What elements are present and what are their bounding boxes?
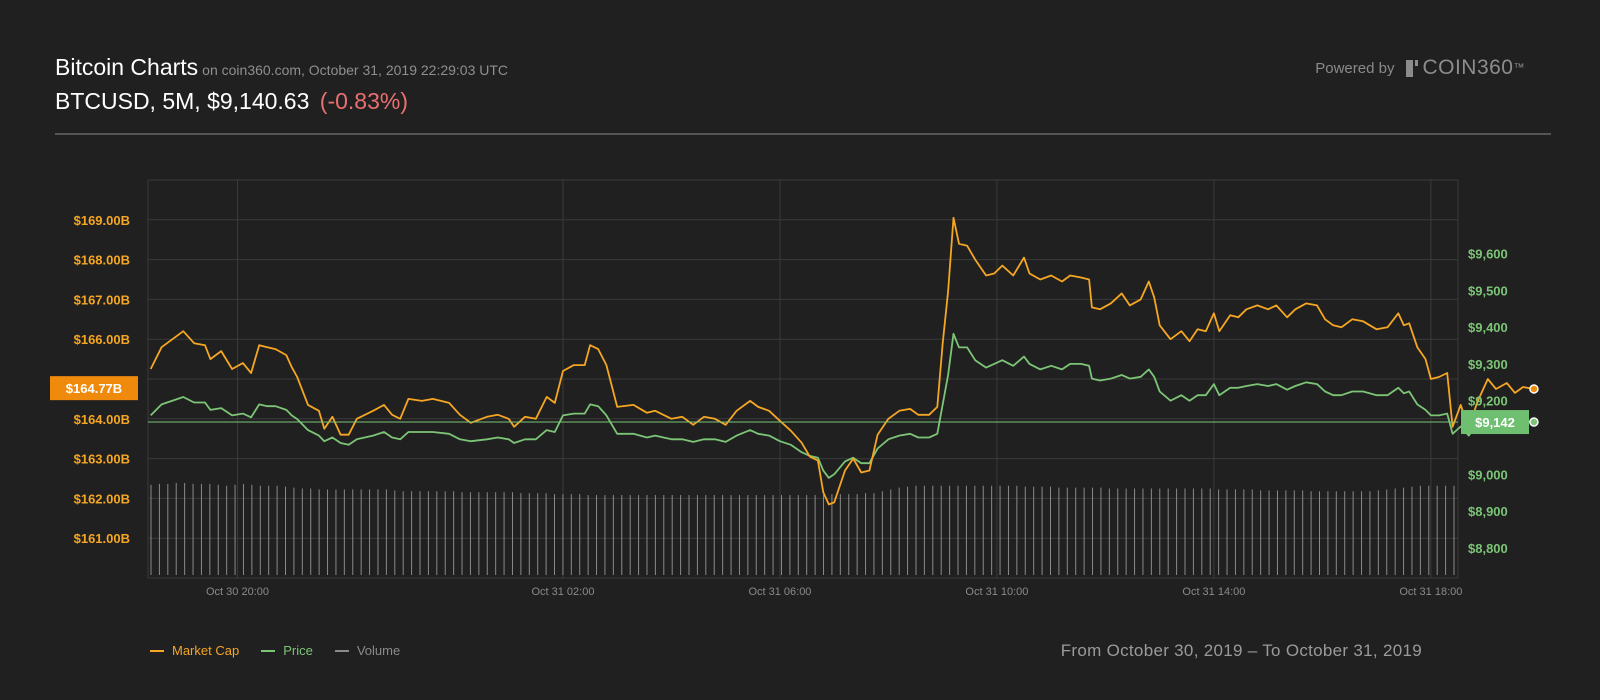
x-tick-label: Oct 30 20:00 bbox=[206, 586, 269, 598]
chart-legend: Market Cap Price Volume bbox=[150, 643, 422, 658]
right-axis-tick-label: $9,300 bbox=[1468, 357, 1508, 372]
legend-item-market-cap[interactable]: Market Cap bbox=[150, 643, 239, 658]
volume-bars bbox=[150, 482, 1455, 575]
x-tick-label: Oct 31 10:00 bbox=[965, 586, 1028, 598]
x-tick-label: Oct 31 02:00 bbox=[531, 586, 594, 598]
right-axis-tick-label: $9,400 bbox=[1468, 320, 1508, 335]
x-tick-label: Oct 31 18:00 bbox=[1399, 586, 1462, 598]
date-range-label: From October 30, 2019 – To October 31, 2… bbox=[1060, 641, 1422, 660]
chart-series bbox=[148, 216, 1535, 506]
left-axis-tick-label: $168.00B bbox=[74, 253, 130, 268]
left-axis-tick-label: $164.00B bbox=[74, 412, 130, 427]
x-tick-label: Oct 31 14:00 bbox=[1182, 586, 1245, 598]
chart-axes: Oct 30 20:00 Oct 31 02:00 Oct 31 06:00 Oct … bbox=[74, 213, 1508, 598]
legend-item-volume[interactable]: Volume bbox=[334, 643, 401, 658]
legend-swatch bbox=[150, 649, 164, 652]
right-axis-tick-label: $8,800 bbox=[1468, 541, 1508, 556]
market-cap-line bbox=[149, 216, 1535, 506]
left-axis-tick-label: $163.00B bbox=[74, 452, 130, 467]
legend-label: Volume bbox=[356, 643, 401, 658]
right-axis-tick-label: $9,000 bbox=[1468, 467, 1508, 482]
legend-label: Price bbox=[283, 643, 313, 658]
left-axis-tick-label: $161.00B bbox=[74, 531, 130, 546]
left-axis-tick-label: $166.00B bbox=[74, 332, 130, 347]
market-cap-end-dot bbox=[1529, 384, 1539, 394]
right-axis-tick-label: $9,600 bbox=[1468, 247, 1508, 262]
left-axis-tick-label: $169.00B bbox=[74, 213, 130, 228]
current-value-markers: $164.77B $9,142 bbox=[50, 376, 1539, 435]
left-axis-tick-label: $162.00B bbox=[74, 491, 130, 506]
legend-swatch bbox=[334, 649, 349, 652]
bitcoin-chart[interactable]: Oct 30 20:00 Oct 31 02:00 Oct 31 06:00 Oct … bbox=[0, 0, 1600, 700]
price-end-dot bbox=[1529, 417, 1539, 427]
left-axis-tick-label: $167.00B bbox=[74, 292, 130, 307]
market-cap-current-label: $164.77B bbox=[66, 381, 122, 396]
right-axis-tick-label: $9,500 bbox=[1468, 283, 1508, 298]
legend-swatch bbox=[261, 649, 276, 652]
price-current-label: $9,142 bbox=[1475, 415, 1515, 430]
x-tick-label: Oct 31 06:00 bbox=[748, 586, 811, 598]
legend-item-price[interactable]: Price bbox=[261, 643, 313, 658]
right-axis-tick-label: $8,900 bbox=[1468, 504, 1508, 519]
legend-label: Market Cap bbox=[172, 643, 240, 658]
right-axis-tick-label: $9,200 bbox=[1468, 394, 1508, 409]
price-line bbox=[150, 332, 1534, 479]
